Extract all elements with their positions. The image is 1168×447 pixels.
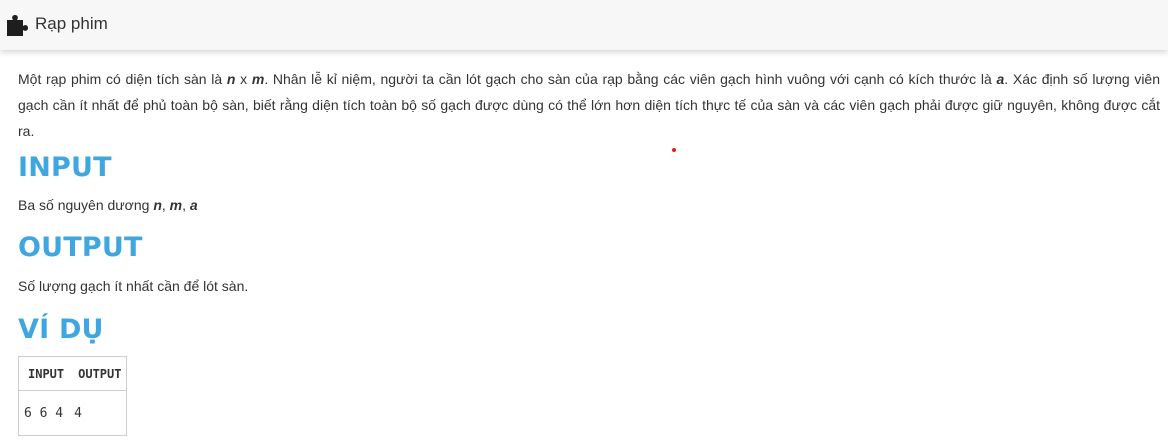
input-description: Ba số nguyên dương n, m, a bbox=[18, 197, 198, 213]
input-var-n: n bbox=[153, 197, 162, 213]
output-description: Số lượng gạch ít nhất cần để lót sàn. bbox=[18, 278, 249, 294]
example-heading: VÍ DỤ bbox=[18, 314, 104, 345]
top-navbar: Rạp phim bbox=[0, 0, 1168, 50]
output-heading: OUTPUT bbox=[18, 232, 143, 263]
input-text: Ba số nguyên dương bbox=[18, 197, 154, 213]
column-header-input: INPUT bbox=[18, 356, 70, 391]
example-input-cell: 6 6 4 bbox=[24, 405, 64, 421]
description-text: . Nhân lễ kỉ niệm, người ta cần lót gạch… bbox=[264, 71, 997, 87]
description-text: x bbox=[235, 71, 252, 87]
column-header-output: OUTPUT bbox=[69, 356, 127, 391]
table-header-row: INPUT OUTPUT bbox=[18, 356, 127, 391]
example-output-cell: 4 bbox=[74, 405, 82, 421]
red-marker-dot bbox=[672, 148, 676, 152]
table-row: 6 6 4 4 bbox=[19, 391, 127, 436]
input-var-m: m bbox=[169, 197, 183, 213]
puzzle-piece-icon[interactable] bbox=[4, 11, 34, 39]
description-text: Một rạp phim có diện tích sàn là bbox=[18, 71, 227, 87]
var-m: m bbox=[251, 71, 265, 87]
app-title[interactable]: Rạp phim bbox=[35, 14, 108, 34]
problem-description: Một rạp phim có diện tích sàn là n x m. … bbox=[18, 66, 1160, 144]
input-heading: INPUT bbox=[18, 152, 112, 183]
problem-content: Một rạp phim có diện tích sàn là n x m. … bbox=[18, 66, 1160, 436]
input-var-a: a bbox=[189, 197, 198, 213]
example-table: INPUT OUTPUT 6 6 4 4 bbox=[18, 356, 128, 436]
